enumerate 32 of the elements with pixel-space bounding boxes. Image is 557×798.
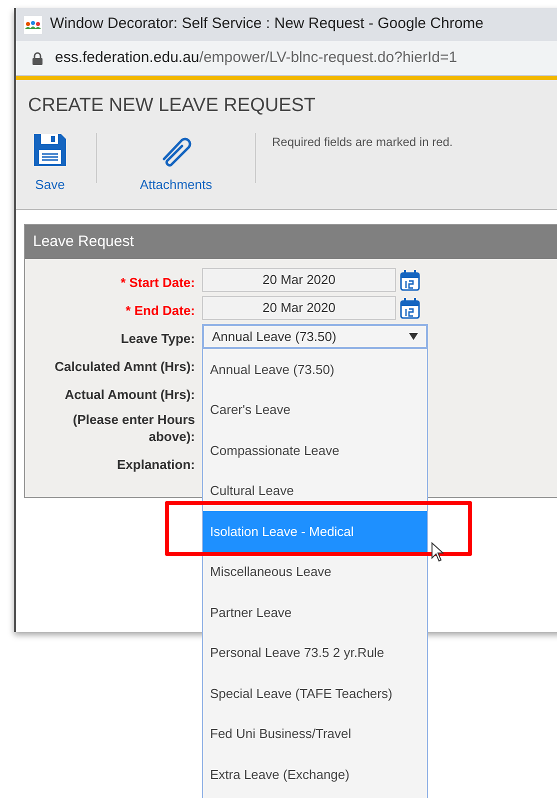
- page-heading: CREATE NEW LEAVE REQUEST: [28, 94, 317, 118]
- field-label: * End Date:: [126, 302, 195, 319]
- dropdown-option[interactable]: Compassionate Leave: [203, 430, 427, 470]
- date-field[interactable]: 20 Mar 2020: [202, 296, 396, 320]
- field-label: (Please enter Hours above):: [72, 411, 195, 445]
- dropdown-option[interactable]: Fed Uni Business/Travel: [203, 714, 427, 754]
- dropdown-option[interactable]: Miscellaneous Leave: [203, 552, 427, 592]
- dropdown-option[interactable]: Personal Leave 73.5 2 yr.Rule: [203, 632, 427, 673]
- calendar-icon[interactable]: [400, 269, 420, 291]
- dropdown-option[interactable]: Annual Leave (73.50): [203, 349, 427, 390]
- dropdown-option[interactable]: Carer's Leave: [203, 390, 427, 430]
- field-label: Calculated Amnt (Hrs):: [54, 358, 195, 375]
- required-fields-note: Required fields are marked in red.: [272, 134, 453, 150]
- save-button[interactable]: Save: [28, 132, 72, 194]
- dropdown-option[interactable]: Partner Leave: [203, 592, 427, 632]
- calendar-icon[interactable]: [400, 297, 420, 319]
- dropdown-option[interactable]: Cultural Leave: [203, 470, 427, 511]
- date-field[interactable]: 20 Mar 2020: [202, 268, 396, 292]
- app-logo-icon: [24, 16, 42, 34]
- field-label: * Start Date:: [120, 274, 195, 291]
- dropdown-option[interactable]: Special Leave (TAFE Teachers): [203, 673, 427, 714]
- lock-icon: [32, 52, 43, 64]
- leave-type-dropdown[interactable]: Annual Leave (73.50): [202, 324, 428, 349]
- panel-header: Leave Request: [25, 225, 557, 259]
- field-label: Actual Amount (Hrs):: [64, 386, 195, 403]
- window-title: Window Decorator: Self Service : New Request - Google Chrome: [50, 14, 484, 34]
- dropdown-arrow-icon: [409, 333, 418, 340]
- field-label: Explanation:: [116, 456, 195, 473]
- field-label: Leave Type:: [120, 330, 195, 347]
- mouse-cursor-icon: [431, 542, 444, 562]
- attachments-button[interactable]: Attachments: [121, 132, 231, 194]
- dropdown-option[interactable]: Extra Leave (Exchange): [203, 754, 427, 794]
